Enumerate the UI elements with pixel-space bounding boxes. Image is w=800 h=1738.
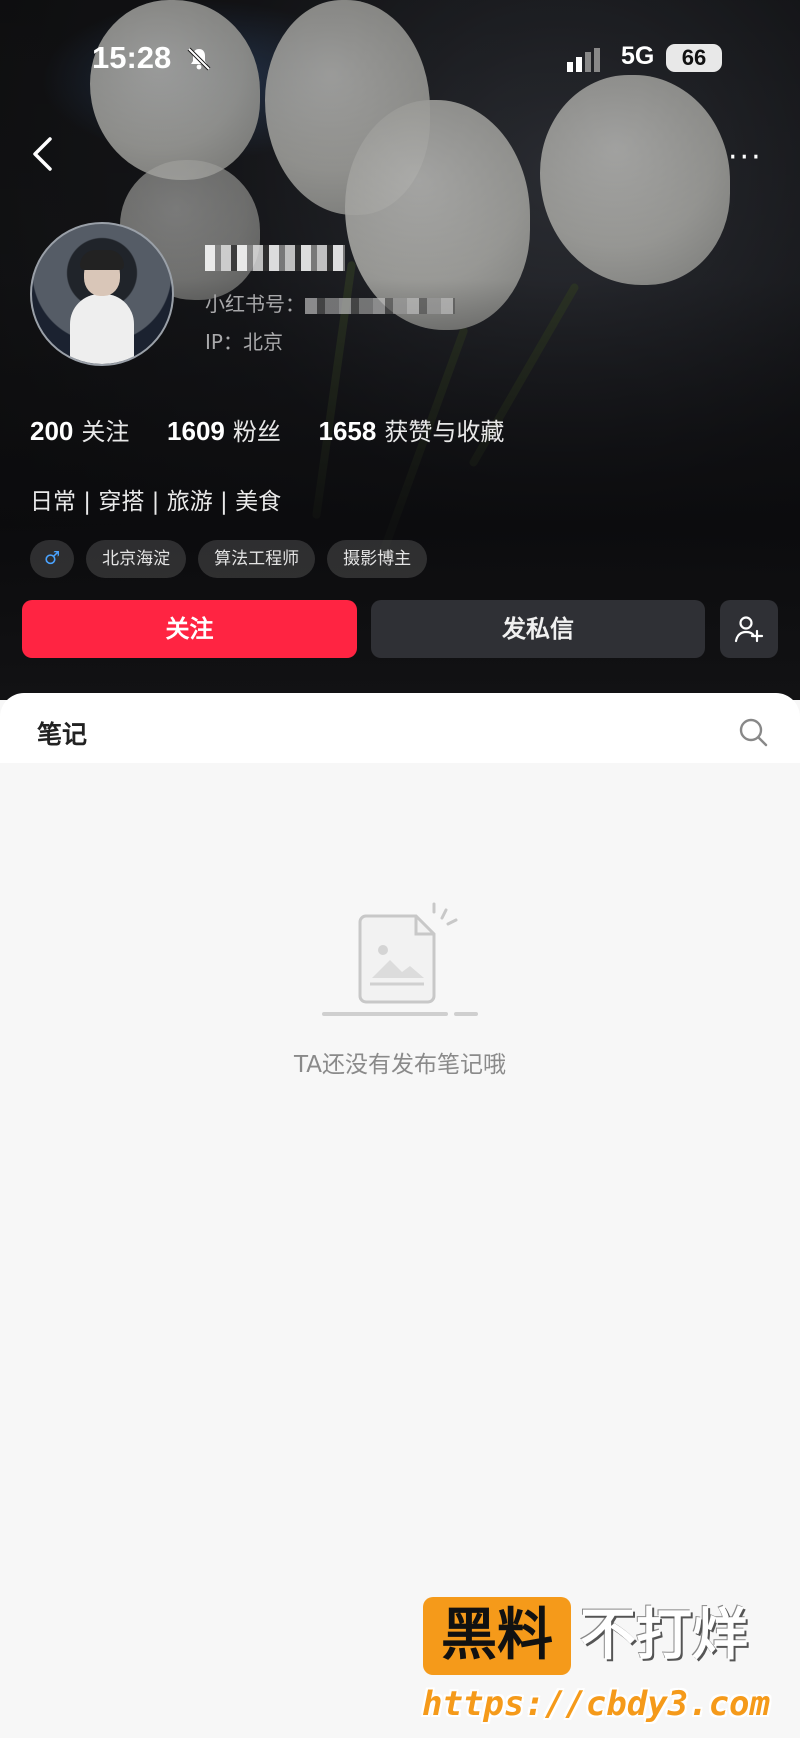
gender-male-icon: ♂ <box>30 540 75 578</box>
back-button[interactable] <box>30 135 54 177</box>
search-icon <box>739 718 768 747</box>
empty-note-icon <box>322 902 478 1016</box>
chevron-left-icon <box>33 137 52 171</box>
stat-label: 粉丝 <box>232 418 281 446</box>
stat-likes[interactable]: 1658 获赞与收藏 <box>318 416 535 446</box>
empty-state: TA还没有发布笔记哦 <box>0 900 800 1078</box>
watermark-url: https://cbdy3.com <box>422 1684 770 1724</box>
stat-followers[interactable]: 1609 粉丝 <box>167 416 311 446</box>
status-bar: 15:28 5G 66 <box>0 40 800 80</box>
signal-icon <box>567 48 609 76</box>
profile-stats: 200 关注 1609 粉丝 1658 获赞与收藏 <box>30 412 534 447</box>
profile-bio: 日常 | 穿搭 | 旅游 | 美食 <box>30 489 282 515</box>
stat-following[interactable]: 200 关注 <box>30 416 159 446</box>
avatar[interactable] <box>30 222 174 366</box>
add-user-icon <box>734 616 764 643</box>
network-type: 5G <box>621 42 655 70</box>
ip-location: IP：北京 <box>205 330 283 354</box>
status-time: 15:28 <box>92 40 172 75</box>
search-button[interactable] <box>738 717 768 751</box>
watermark-logo-box: 黑料 <box>423 1597 571 1675</box>
tag-location: 北京海淀 <box>86 540 187 578</box>
watermark-slogan: 不打烊 <box>580 1603 748 1668</box>
tag-occupation: 算法工程师 <box>198 540 316 578</box>
more-options-button[interactable]: ··· <box>728 140 763 175</box>
profile-tags: ♂ 北京海淀 算法工程师 摄影博主 <box>30 540 428 578</box>
avatar-hair <box>80 250 124 270</box>
follow-button[interactable]: 关注 <box>22 600 357 658</box>
avatar-figure <box>70 294 134 364</box>
empty-message: TA还没有发布笔记哦 <box>294 1052 506 1078</box>
red-id-label: 小红书号： <box>205 292 305 316</box>
tag-hobby: 摄影博主 <box>327 540 428 578</box>
tab-notes[interactable]: 笔记 <box>37 715 87 751</box>
battery-level: 66 <box>666 44 722 72</box>
stat-label: 获赞与收藏 <box>384 418 505 446</box>
stat-label: 关注 <box>81 418 130 446</box>
watermark: 黑料 不打烊 https://cbdy3.com <box>420 1594 790 1734</box>
profile-name-redacted <box>205 245 345 271</box>
mute-bell-icon <box>186 46 212 76</box>
add-friend-button[interactable] <box>720 600 778 658</box>
stat-value: 1658 <box>318 416 377 446</box>
red-id-redacted <box>305 297 455 314</box>
stat-value: 200 <box>30 416 74 446</box>
stat-value: 1609 <box>167 416 225 446</box>
notes-tab-bar: 笔记 <box>0 693 800 763</box>
red-id: 小红书号： <box>205 288 455 317</box>
message-button[interactable]: 发私信 <box>371 600 705 658</box>
